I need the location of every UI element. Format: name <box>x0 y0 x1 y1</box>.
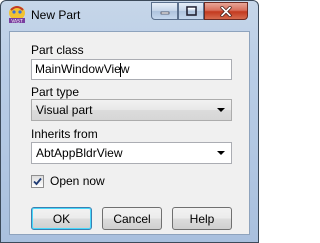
text-caret <box>120 63 121 77</box>
minimize-icon <box>160 11 169 15</box>
checkmark-icon <box>33 177 42 186</box>
help-button[interactable]: Help <box>172 207 232 230</box>
inherits-from-label: Inherits from <box>31 127 98 141</box>
dialog-body: Part class MainWindowView Part type Visu… <box>9 31 250 235</box>
dialog-window: VAST New Part Part class MainWindowView <box>0 0 259 243</box>
part-type-label: Part type <box>31 85 80 99</box>
part-class-value: MainWindowView <box>35 62 130 76</box>
inherits-from-value: AbtAppBldrView <box>36 146 123 160</box>
open-now-checkbox[interactable] <box>31 175 44 188</box>
app-icon[interactable]: VAST <box>6 4 28 24</box>
inherits-from-combo[interactable]: AbtAppBldrView <box>31 142 232 164</box>
ok-button[interactable]: OK <box>31 207 92 230</box>
part-class-label: Part class <box>31 43 84 57</box>
part-class-input[interactable]: MainWindowView <box>31 59 232 80</box>
window-title: New Part <box>31 8 81 22</box>
chevron-down-icon[interactable] <box>217 151 225 155</box>
cancel-button[interactable]: Cancel <box>102 207 162 230</box>
part-type-select[interactable]: Visual part <box>31 99 232 121</box>
svg-text:VAST: VAST <box>11 18 23 24</box>
part-type-value: Visual part <box>36 103 93 117</box>
title-bar[interactable]: VAST New Part <box>1 1 258 31</box>
open-now-label[interactable]: Open now <box>50 174 105 188</box>
chevron-down-icon[interactable] <box>217 108 225 112</box>
maximize-icon <box>185 6 197 16</box>
close-icon <box>220 5 232 17</box>
maximize-button[interactable] <box>178 2 204 20</box>
close-button[interactable] <box>204 2 248 20</box>
minimize-button[interactable] <box>151 2 178 20</box>
